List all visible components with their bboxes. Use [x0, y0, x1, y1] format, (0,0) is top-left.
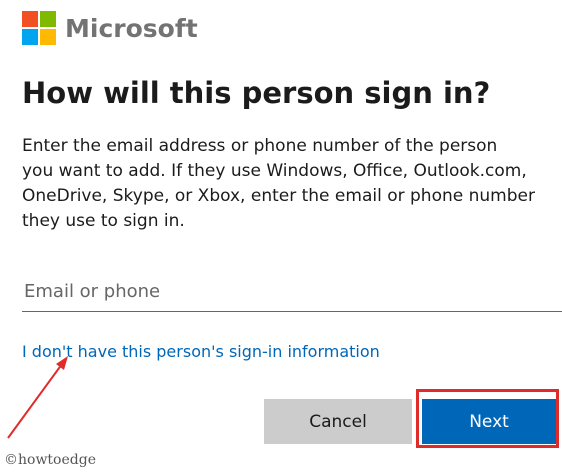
microsoft-logo: Microsoft: [22, 10, 198, 46]
logo-yellow-square: [40, 29, 56, 45]
logo-green-square: [40, 11, 56, 27]
microsoft-logo-icon: [22, 11, 56, 45]
brand-name: Microsoft: [65, 13, 198, 43]
instructions-line: you want to add. If they use Windows, Of…: [22, 161, 527, 181]
watermark: ©howtoedge: [4, 452, 96, 468]
logo-blue-square: [22, 29, 38, 45]
add-user-dialog: Microsoft How will this person sign in? …: [0, 0, 562, 475]
instructions-line: they use to sign in.: [22, 211, 185, 231]
cancel-button[interactable]: Cancel: [264, 399, 412, 444]
next-button[interactable]: Next: [422, 399, 556, 444]
logo-red-square: [22, 11, 38, 27]
instructions-line: OneDrive, Skype, or Xbox, enter the emai…: [22, 186, 535, 206]
instructions-text: Enter the email address or phone number …: [22, 134, 562, 234]
annotation-arrow-icon: [7, 356, 68, 439]
instructions-line: Enter the email address or phone number …: [22, 136, 498, 156]
page-title: How will this person sign in?: [22, 76, 491, 110]
email-or-phone-input[interactable]: [22, 272, 562, 312]
